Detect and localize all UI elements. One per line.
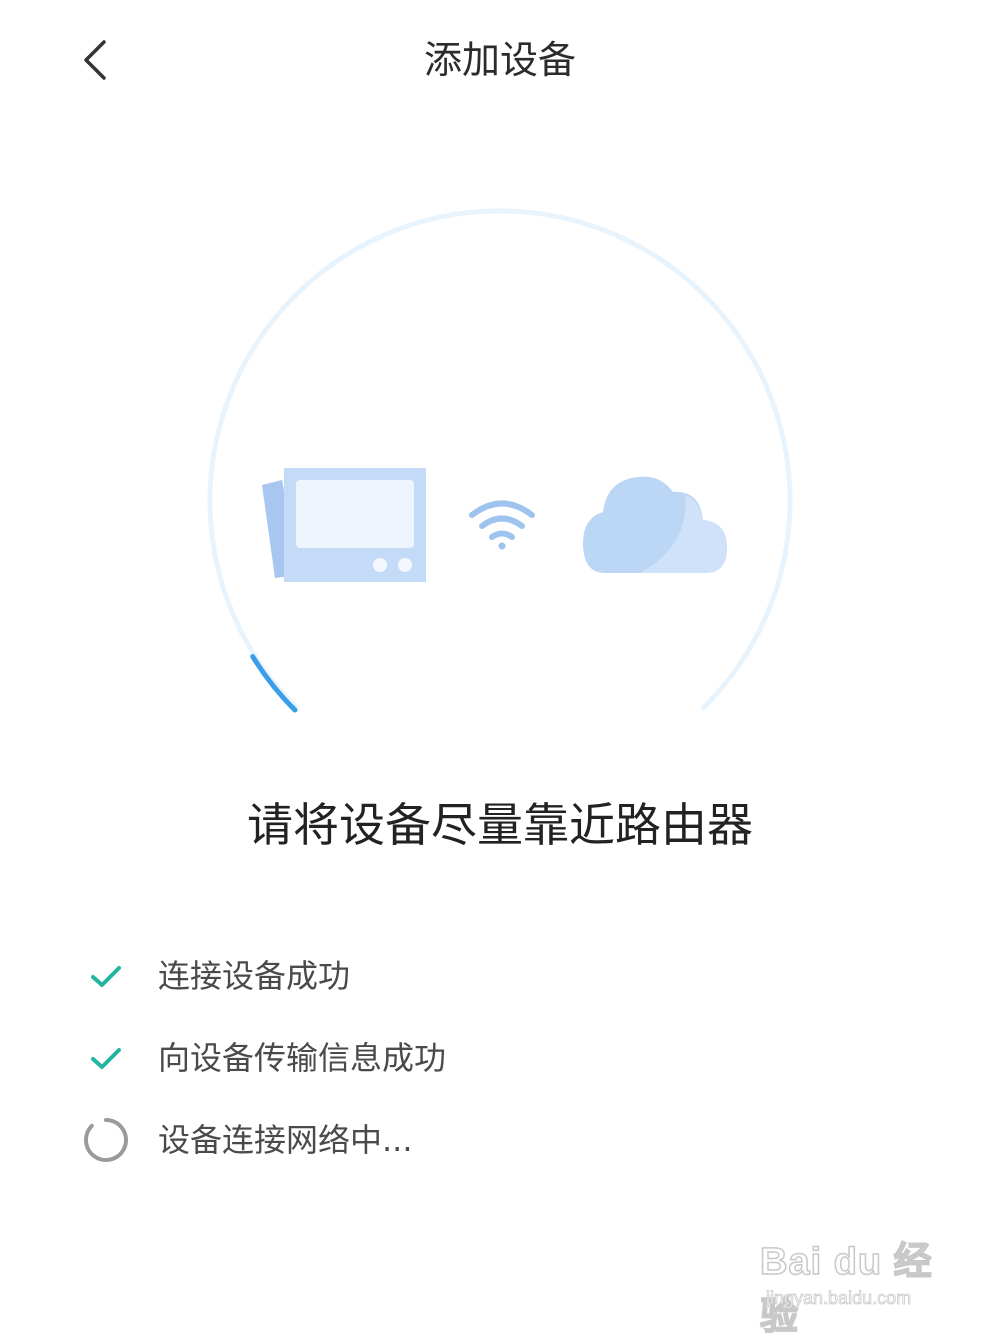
step-label: 连接设备成功 xyxy=(158,957,351,995)
connection-illustration xyxy=(207,208,793,713)
page-title: 添加设备 xyxy=(423,38,576,82)
watermark-brand: Bai du 经验 xyxy=(759,1240,933,1333)
check-icon xyxy=(91,966,121,987)
step-label: 设备连接网络中... xyxy=(158,1121,413,1159)
check-icon xyxy=(91,1048,121,1069)
progress-ring-fill xyxy=(250,654,298,713)
watermark-url: jingyan.baidu.com xyxy=(766,1288,912,1309)
step-label: 向设备传输信息成功 xyxy=(158,1039,447,1077)
router-device-icon xyxy=(262,468,426,582)
spinner-icon xyxy=(84,1118,128,1162)
instruction-headline: 请将设备尽量靠近路由器 xyxy=(247,798,753,852)
step-item: 设备连接网络中... xyxy=(80,1104,940,1186)
wifi-icon xyxy=(469,500,535,550)
progress-ring-track xyxy=(207,208,793,711)
status-steps-list: 连接设备成功 向设备传输信息成功 设备连接网络中... xyxy=(80,940,940,1186)
step-item: 连接设备成功 xyxy=(80,940,940,1022)
add-device-screen: 添加设备 请将设备尽量靠近路由器 连接设备成功 向设备传输信息成功 设备连接网络… xyxy=(0,0,1000,1333)
baidu-jingyan-watermark: Bai du 经验 jingyan.baidu.com xyxy=(759,1230,960,1333)
step-item: 向设备传输信息成功 xyxy=(80,1022,940,1104)
cloud-icon xyxy=(583,476,727,573)
